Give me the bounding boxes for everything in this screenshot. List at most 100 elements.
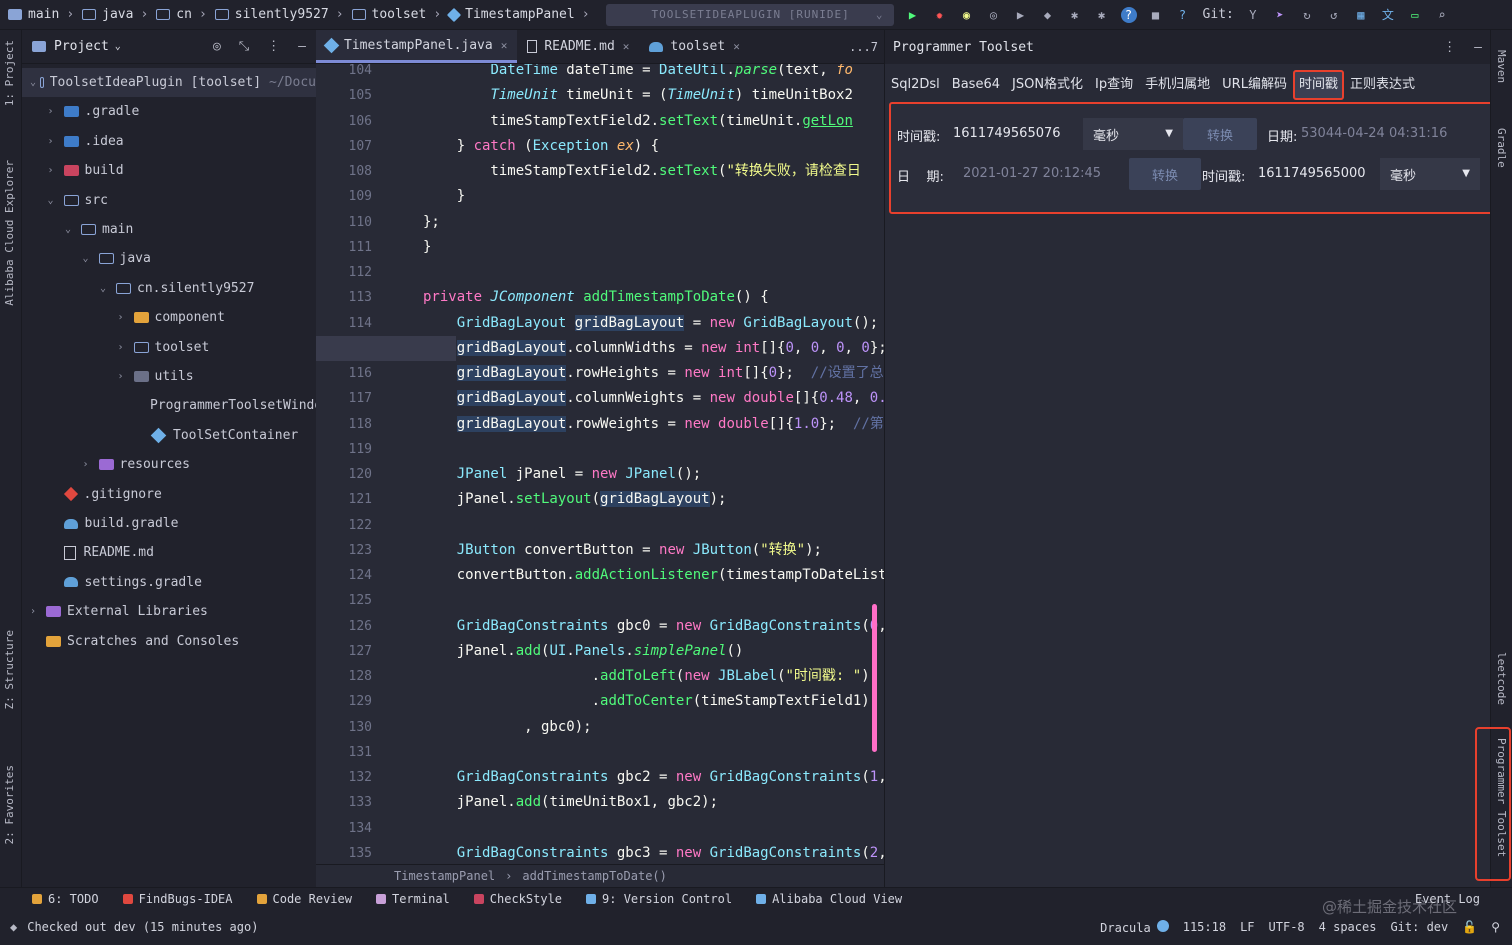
close-icon[interactable]: ✕ (501, 39, 508, 52)
gradle-tool-tab[interactable]: Gradle (1495, 128, 1508, 168)
editor-tab[interactable]: TimestampPanel.java ✕ (316, 30, 518, 63)
tree-item[interactable]: ⌄ cn.silently9527 (22, 274, 316, 303)
tree-item[interactable]: › .gradle (22, 97, 316, 126)
code-line[interactable]: jPanel.setLayout(gridBagLayout); (423, 487, 726, 512)
tree-item[interactable]: › utils (22, 362, 316, 391)
run-configuration-select[interactable]: TOOLSETIDEAPLUGIN [RUNIDE] ⌄ (605, 3, 894, 26)
tree-item[interactable]: › resources (22, 450, 316, 479)
toolset-tab[interactable]: URL编解码 (1216, 70, 1293, 100)
code-line[interactable]: } catch (Exception ex) { (423, 134, 659, 159)
date-result-field[interactable]: 53044-04-24 04:31:16 (1301, 126, 1447, 141)
breadcrumb-item[interactable]: TimestampPanel › (447, 7, 590, 22)
breadcrumb-item[interactable]: cn › (156, 7, 207, 22)
hide-icon[interactable]: — (298, 39, 306, 54)
help-icon[interactable]: ? (1120, 6, 1137, 23)
chevron-down-icon[interactable]: ⌄ (65, 224, 77, 235)
toolset-tab[interactable]: Sql2Dsl (885, 70, 946, 100)
bug-icon[interactable]: ✱ (1067, 7, 1083, 23)
tree-item[interactable]: › .idea (22, 127, 316, 156)
toolset-tab[interactable]: 手机归属地 (1139, 70, 1216, 100)
breadcrumb-method[interactable]: addTimestampToDate() (522, 869, 667, 883)
chevron-right-icon[interactable]: › (118, 342, 130, 353)
editor-tab[interactable]: toolset ✕ (639, 30, 749, 63)
chevron-right-icon[interactable]: › (48, 106, 60, 117)
bottom-tool-button[interactable]: Terminal (375, 892, 450, 906)
chevron-right-icon[interactable]: › (48, 136, 60, 147)
code-line[interactable]: GridBagLayout gridBagLayout = new GridBa… (423, 311, 878, 336)
code-line[interactable]: JButton convertButton = new JButton("转换"… (423, 538, 822, 563)
chevron-down-icon[interactable]: ⌄ (30, 77, 36, 88)
code-editor[interactable]: 1041051061071081091101111121131141151161… (316, 64, 884, 864)
breadcrumb-item[interactable]: java › (82, 7, 148, 22)
toolset-tab[interactable]: Ip查询 (1089, 70, 1139, 100)
file-encoding[interactable]: UTF-8 (1269, 920, 1305, 934)
code-line[interactable]: jPanel.add(timeUnitBox1, gbc2); (423, 790, 718, 815)
code-line[interactable]: , gbc0); (423, 715, 591, 740)
close-icon[interactable]: ✕ (623, 40, 630, 53)
chevron-down-icon[interactable]: ⌄ (48, 195, 60, 206)
line-separator[interactable]: LF (1240, 920, 1254, 934)
tree-item[interactable]: › toolset (22, 333, 316, 362)
toolset-tab[interactable]: 正则表达式 (1344, 70, 1421, 100)
bottom-tool-button[interactable]: CheckStyle (473, 892, 562, 906)
bottom-tool-button[interactable]: Alibaba Cloud View (756, 892, 902, 906)
structure-tool-tab[interactable]: Z: Structure (3, 630, 16, 709)
debug-icon[interactable]: ✹ (932, 7, 948, 23)
git-branch[interactable]: Git: dev (1390, 920, 1448, 934)
history-icon[interactable]: ↻ (1299, 7, 1315, 23)
status-message[interactable]: Checked out dev (15 minutes ago) (27, 920, 258, 934)
breadcrumb-item[interactable]: main › (8, 7, 74, 22)
toolset-tab[interactable]: Base64 (946, 70, 1006, 100)
code-line[interactable]: timeStampTextField2.setText("转换失败，请检查日 (423, 159, 860, 184)
tree-item[interactable]: › component (22, 303, 316, 332)
run-icon[interactable]: ▶ (905, 7, 921, 23)
code-line[interactable]: TimeUnit timeUnit = (TimeUnit) timeUnitB… (423, 83, 852, 108)
code-line[interactable]: .addToCenter(timeStampTextField1) (423, 689, 870, 714)
tree-item[interactable]: settings.gradle (22, 568, 316, 597)
lock-icon[interactable]: 🔓 (1462, 920, 1477, 934)
bottom-tool-button[interactable]: FindBugs-IDEA (122, 892, 233, 906)
caret-position[interactable]: 115:18 (1183, 920, 1226, 934)
tree-item[interactable]: ⌄ main (22, 215, 316, 244)
code-line[interactable]: private JComponent addTimestampToDate() … (423, 285, 769, 310)
layout-icon[interactable]: ▦ (1353, 7, 1369, 23)
chevron-right-icon[interactable]: › (48, 165, 60, 176)
breadcrumb-class[interactable]: TimestampPanel (394, 869, 495, 883)
code-line[interactable]: } (423, 235, 431, 260)
bottom-tool-button[interactable]: 9: Version Control (586, 892, 732, 906)
collapse-icon[interactable]: ⤡ (239, 39, 249, 54)
leetcode-tool-tab[interactable]: leetcode (1495, 652, 1508, 705)
code-line[interactable]: gridBagLayout.rowWeights = new double[]{… (423, 412, 884, 437)
chevron-down-icon[interactable]: ⌄ (100, 283, 112, 294)
tabs-overflow-button[interactable]: ...7 (849, 40, 878, 54)
tree-item[interactable]: .gitignore (22, 480, 316, 509)
stop-icon[interactable]: ■ (1148, 7, 1164, 23)
code-line[interactable]: .addToLeft(new JBLabel("时间戳: ")) (423, 664, 879, 689)
chevron-right-icon[interactable]: › (83, 459, 95, 470)
profile-icon[interactable]: ◎ (986, 7, 1002, 23)
timestamp-input[interactable]: 1611749565076 (953, 126, 1061, 141)
status-icon[interactable]: ◆ (10, 920, 17, 934)
tree-item[interactable]: ProgrammerToolsetWindo (22, 391, 322, 420)
code-line[interactable]: gridBagLayout.rowHeights = new int[]{0};… (423, 361, 884, 386)
coverage-icon[interactable]: ◉ (959, 7, 975, 23)
bottom-tool-button[interactable]: 6: TODO (32, 892, 99, 906)
code-line[interactable]: convertButton.addActionListener(timestam… (423, 563, 884, 588)
close-icon[interactable]: ✕ (733, 40, 740, 53)
project-tool-tab[interactable]: 1: Project (3, 40, 16, 106)
scrollbar-marker[interactable] (872, 604, 877, 752)
toolset-tab[interactable]: JSON格式化 (1006, 70, 1089, 100)
translate-icon[interactable]: 文 (1380, 7, 1396, 23)
chevron-down-icon[interactable]: ⌄ (115, 41, 121, 52)
tree-item[interactable]: ⌄ src (22, 186, 316, 215)
search-icon[interactable]: ⌕ (1434, 7, 1450, 23)
favorites-tool-tab[interactable]: 2: Favorites (3, 765, 16, 844)
options-icon[interactable]: ⋮ (1443, 40, 1456, 55)
inspector-icon[interactable]: ⚲ (1491, 920, 1500, 934)
breadcrumb-item[interactable]: silently9527 › (214, 7, 344, 22)
tree-item[interactable]: ToolSetContainer (22, 421, 316, 450)
tree-item[interactable]: README.md (22, 538, 316, 567)
gradle-icon[interactable]: ◆ (1040, 7, 1056, 23)
git-branch-icon[interactable]: Y (1245, 7, 1261, 23)
date-input[interactable]: 2021-01-27 20:12:45 (963, 166, 1101, 181)
